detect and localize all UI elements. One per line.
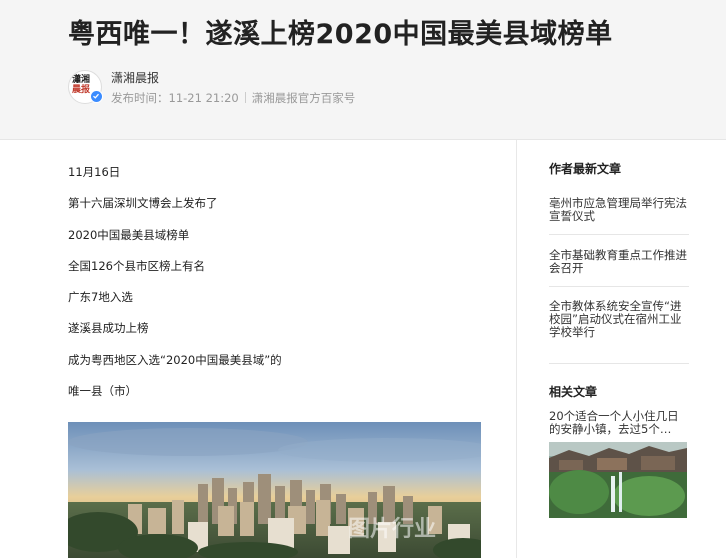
column-divider: [516, 140, 517, 558]
paragraph: 遂溪县成功上榜: [68, 321, 149, 336]
paragraph: 全国126个县市区榜上有名: [68, 258, 205, 273]
city-skyline-photo: 图片行业: [68, 422, 481, 558]
latest-article-link[interactable]: 全市基础教育重点工作推进会召开: [549, 249, 689, 275]
photo-watermark: 图片行业: [348, 516, 436, 542]
related-article-thumbnail[interactable]: [549, 442, 687, 518]
article-header: 粤西唯一！遂溪上榜2020中国最美县域榜单 瀟湘 晨报 潇湘晨报 发布时间：11…: [0, 0, 726, 140]
latest-article-link[interactable]: 全市教体系统安全宣传“进校园”启动仪式在宿州工业学校举行: [549, 300, 689, 339]
latest-article-link[interactable]: 亳州市应急管理局举行宪法宣誓仪式: [549, 197, 689, 223]
avatar-logo-top: 瀟湘: [72, 75, 91, 85]
paragraph: 11月16日: [68, 165, 121, 179]
latest-articles-heading: 作者最新文章: [549, 162, 622, 176]
meta-divider: [244, 92, 246, 103]
paragraph: 成为粤西地区入选“2020中国最美县域”的: [68, 352, 282, 367]
related-article-link[interactable]: 20个适合一个人小住几日的安静小镇，去过5个…: [549, 410, 689, 436]
source-account[interactable]: 潇湘晨报官方百家号: [252, 91, 356, 105]
paragraph: 2020中国最美县域榜单: [68, 227, 190, 242]
author-name[interactable]: 潇湘晨报: [111, 69, 159, 86]
paragraph: 唯一县（市）: [68, 384, 137, 399]
avatar-logo-bottom: 晨报: [72, 85, 91, 95]
article-meta: 发布时间：11-21 21:20 潇湘晨报官方百家号: [111, 90, 355, 106]
verified-icon: [90, 90, 103, 103]
paragraph: 广东7地入选: [68, 290, 133, 305]
related-articles-heading: 相关文章: [549, 385, 598, 399]
article-title: 粤西唯一！遂溪上榜2020中国最美县域榜单: [68, 19, 613, 50]
paragraph: 第十六届深圳文博会上发布了: [68, 196, 218, 211]
publish-time: 发布时间：11-21 21:20: [111, 91, 239, 105]
article-body: 11月16日 第十六届深圳文博会上发布了 2020中国最美县域榜单 全国126个…: [68, 160, 483, 410]
sidebar: 作者最新文章 亳州市应急管理局举行宪法宣誓仪式 全市基础教育重点工作推进会召开 …: [549, 160, 689, 518]
